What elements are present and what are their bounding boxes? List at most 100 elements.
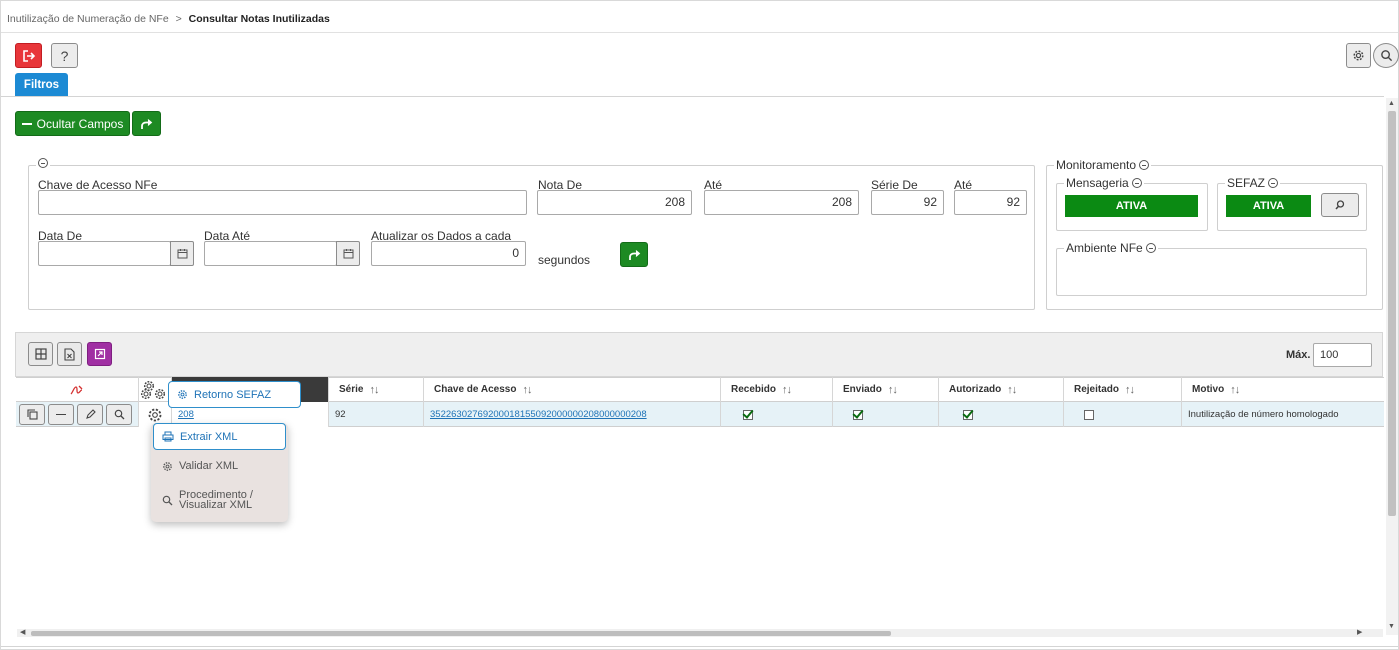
exit-icon — [22, 49, 35, 62]
header-autorizado[interactable]: Autorizado ↑↓ — [938, 377, 1063, 402]
vertical-scroll-thumb[interactable] — [1388, 111, 1396, 516]
edit-button[interactable] — [77, 404, 103, 425]
refresh-search-icon — [1335, 200, 1345, 210]
search-button[interactable] — [1373, 43, 1399, 68]
retorno-sefaz-menu-item[interactable]: Retorno SEFAZ — [168, 381, 301, 408]
data-ate-input[interactable] — [204, 241, 337, 266]
mensageria-status-badge: ATIVA — [1065, 195, 1198, 217]
autorizado-checkbox — [963, 409, 973, 420]
sort-icon: ↑↓ — [1007, 383, 1017, 396]
max-label: Máx. — [1286, 349, 1311, 361]
exit-button[interactable] — [15, 43, 42, 68]
atualizar-input[interactable]: 0 — [371, 241, 526, 266]
header-rejeitado-label: Rejeitado — [1074, 384, 1120, 395]
copy-icon — [26, 409, 38, 420]
header-enviado-label: Enviado — [843, 384, 882, 395]
sefaz-legend: SEFAZ — [1225, 176, 1281, 190]
ocultar-campos-button[interactable]: Ocultar Campos — [15, 111, 130, 136]
segundos-label: segundos — [538, 253, 591, 267]
scroll-right-arrow-icon[interactable]: ▶ — [1357, 628, 1362, 636]
header-chave[interactable]: Chave de Acesso ↑↓ — [423, 377, 720, 402]
sort-icon: ↑↓ — [522, 383, 532, 396]
calendar-icon — [177, 249, 187, 259]
search-icon — [1380, 50, 1392, 62]
chave-input[interactable] — [38, 190, 527, 215]
printer-icon — [162, 431, 174, 442]
serie-de-input[interactable]: 92 — [871, 190, 944, 215]
gears-icon[interactable] — [140, 380, 170, 400]
divider — [1, 96, 1384, 97]
header-motivo-label: Motivo — [1192, 384, 1225, 395]
help-icon: ? — [60, 47, 69, 64]
remove-button[interactable] — [48, 404, 74, 425]
serie-ate-input[interactable]: 92 — [954, 190, 1027, 215]
nota-link[interactable]: 208 — [178, 409, 194, 420]
collapse-icon[interactable] — [1131, 178, 1142, 188]
collapse-icon — [38, 158, 48, 168]
recebido-checkbox — [743, 409, 753, 420]
copy-button[interactable] — [19, 404, 45, 425]
chave-link[interactable]: 3522630276920001815509200000020800000020… — [430, 409, 647, 420]
expand-grid-button[interactable] — [87, 342, 112, 366]
horizontal-scroll-thumb[interactable] — [31, 631, 891, 636]
view-button[interactable] — [106, 404, 132, 425]
share-button[interactable] — [132, 111, 161, 136]
gear-icon — [148, 408, 162, 421]
ambiente-label: Ambiente NFe — [1066, 241, 1143, 255]
breadcrumb: Inutilização de Numeração de NFe > Consu… — [7, 13, 330, 25]
pencil-icon — [85, 409, 96, 419]
header-recebido-label: Recebido — [731, 384, 777, 395]
scroll-up-arrow-icon[interactable]: ▲ — [1388, 100, 1395, 107]
cell-serie: 92 — [328, 402, 423, 427]
apply-refresh-button[interactable] — [620, 242, 648, 267]
filtros-tab[interactable]: Filtros — [15, 73, 68, 96]
extrair-xml-label: Extrair XML — [180, 430, 238, 443]
data-de-calendar-button[interactable] — [170, 241, 194, 266]
sort-icon: ↑↓ — [369, 383, 379, 396]
nota-ate-input[interactable]: 208 — [704, 190, 859, 215]
collapse-icon[interactable] — [1268, 178, 1279, 188]
header-serie[interactable]: Série ↑↓ — [328, 377, 423, 402]
data-de-input[interactable] — [38, 241, 171, 266]
cell-enviado — [832, 402, 938, 427]
settings-button[interactable] — [1346, 43, 1371, 68]
max-input[interactable]: 100 — [1313, 343, 1372, 367]
validar-xml-menu-item[interactable]: Validar XML — [162, 459, 238, 473]
ocultar-campos-label: Ocultar Campos — [36, 116, 124, 131]
gear-icon — [163, 461, 172, 471]
scroll-down-arrow-icon[interactable]: ▼ — [1388, 623, 1395, 630]
mensageria-label: Mensageria — [1066, 176, 1129, 190]
forward-arrow-icon — [628, 249, 640, 260]
remove-signature-icon[interactable] — [70, 384, 84, 396]
monitoramento-legend: Monitoramento — [1054, 158, 1152, 172]
search-icon — [114, 409, 124, 420]
scroll-left-arrow-icon[interactable]: ◀ — [20, 628, 25, 636]
grid-icon — [34, 348, 47, 360]
sefaz-refresh-button[interactable] — [1321, 193, 1359, 217]
gear-icon — [1353, 50, 1364, 61]
help-button[interactable]: ? — [51, 43, 78, 68]
breadcrumb-current: Consultar Notas Inutilizadas — [188, 13, 330, 25]
sort-icon: ↑↓ — [1230, 383, 1240, 396]
data-ate-calendar-button[interactable] — [336, 241, 360, 266]
collapse-icon[interactable] — [1139, 160, 1150, 170]
extrair-xml-menu-item[interactable]: Extrair XML — [153, 423, 286, 450]
procedimento-line-2: Visualizar XML — [179, 499, 253, 511]
sort-icon: ↑↓ — [1125, 383, 1135, 396]
column-chooser-button[interactable] — [28, 342, 53, 366]
breadcrumb-parent[interactable]: Inutilização de Numeração de NFe — [7, 13, 169, 25]
sort-icon: ↑↓ — [782, 383, 792, 396]
cell-rejeitado — [1063, 402, 1181, 427]
nota-de-input[interactable]: 208 — [537, 190, 692, 215]
minus-icon — [21, 122, 32, 125]
mensageria-legend: Mensageria — [1064, 176, 1144, 190]
export-excel-button[interactable] — [57, 342, 82, 366]
procedimento-menu-item[interactable]: Procedimento / Visualizar XML — [162, 490, 253, 511]
header-recebido[interactable]: Recebido ↑↓ — [720, 377, 832, 402]
header-enviado[interactable]: Enviado ↑↓ — [832, 377, 938, 402]
header-motivo[interactable]: Motivo ↑↓ — [1181, 377, 1384, 402]
header-rejeitado[interactable]: Rejeitado ↑↓ — [1063, 377, 1181, 402]
cell-chave[interactable]: 3522630276920001815509200000020800000020… — [423, 402, 720, 427]
filters-collapse-toggle[interactable] — [36, 158, 50, 168]
collapse-icon[interactable] — [1145, 243, 1156, 253]
